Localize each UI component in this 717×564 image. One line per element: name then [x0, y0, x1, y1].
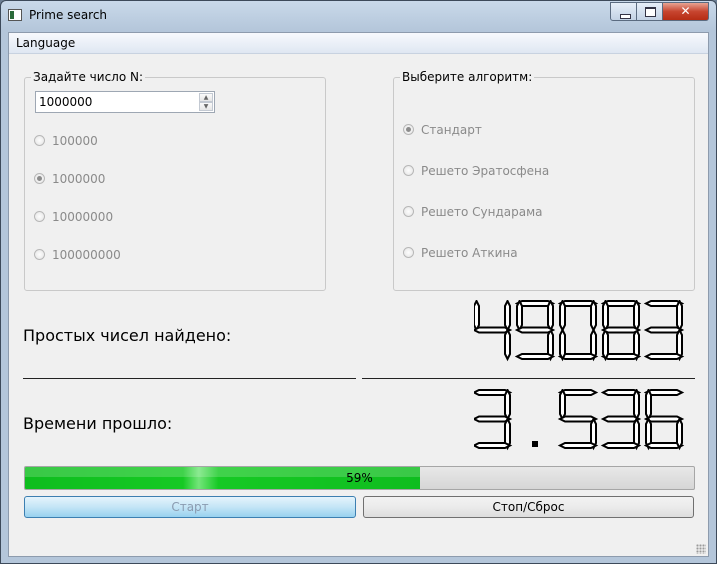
- lcd-segment: [474, 326, 513, 334]
- lcd-segment: [643, 326, 685, 334]
- radio-button-icon: [403, 206, 414, 217]
- client-area: Language Задайте число N: 1000000 ▲ ▼ 10…: [8, 32, 709, 557]
- radio-label: 100000000: [52, 248, 121, 262]
- spin-up-icon[interactable]: ▲: [199, 93, 213, 102]
- lcd-segment: [600, 442, 642, 449]
- lcd-digit: [557, 389, 599, 451]
- maximize-button[interactable]: [636, 2, 663, 21]
- number-group: Задайте число N: 1000000 ▲ ▼ 100000 1000…: [24, 70, 326, 291]
- lcd-segment: [643, 415, 685, 423]
- separator-right: [362, 378, 695, 379]
- primes-count-display: [474, 300, 689, 362]
- radio-label: Решето Аткина: [421, 246, 518, 260]
- lcd-decimal-point: [532, 441, 538, 447]
- lcd-segment: [559, 327, 566, 362]
- lcd-segment: [559, 300, 566, 333]
- radio-label: Решето Эратосфена: [421, 164, 550, 178]
- lcd-segment: [557, 442, 599, 449]
- window-title: Prime search: [29, 8, 108, 22]
- lcd-svg: [474, 300, 685, 362]
- lcd-segment: [643, 353, 685, 360]
- title-bar[interactable]: Prime search ✕: [1, 1, 716, 31]
- lcd-segment: [676, 300, 683, 333]
- close-button[interactable]: ✕: [662, 2, 709, 21]
- lcd-digit: [474, 300, 513, 362]
- lcd-segment: [504, 327, 511, 362]
- lcd-segment: [504, 300, 511, 333]
- lcd-segment: [514, 353, 556, 360]
- radio-button-icon: [34, 211, 45, 222]
- lcd-segment: [602, 327, 609, 362]
- lcd-segment: [600, 326, 642, 334]
- lcd-segment: [516, 300, 523, 333]
- lcd-svg: [474, 389, 685, 451]
- radio-label: Стандарт: [421, 123, 482, 137]
- lcd-segment: [474, 442, 513, 449]
- lcd-segment: [600, 415, 642, 423]
- radio-button-selected-icon: [34, 173, 45, 184]
- lcd-digit: [643, 389, 685, 451]
- maximize-icon: [645, 7, 656, 17]
- lcd-segment: [590, 300, 597, 333]
- lcd-digit: [514, 300, 556, 362]
- lcd-segment: [602, 300, 609, 333]
- radio-button-selected-icon: [403, 124, 414, 135]
- radio-button-icon: [34, 135, 45, 146]
- spin-down-icon[interactable]: ▼: [199, 102, 213, 111]
- lcd-segment: [559, 389, 566, 422]
- lcd-segment: [633, 300, 640, 333]
- algorithm-group: Выберите алгоритм: Стандарт Решето Эрато…: [393, 70, 695, 291]
- radio-button-icon: [34, 249, 45, 260]
- lcd-digit: [600, 300, 642, 362]
- time-elapsed-display: [474, 389, 689, 451]
- lcd-segment: [645, 389, 652, 422]
- algorithm-group-title: Выберите алгоритм:: [400, 70, 535, 84]
- lcd-segment: [633, 389, 640, 422]
- radio-label: 10000000: [52, 210, 114, 224]
- lcd-segment: [676, 416, 683, 451]
- n-spinbox-buttons: ▲ ▼: [199, 93, 213, 111]
- stop-reset-button[interactable]: Стоп/Сброс: [363, 496, 694, 518]
- minimize-icon: [620, 14, 631, 19]
- number-group-title: Задайте число N:: [31, 70, 146, 84]
- radio-label: 100000: [52, 134, 98, 148]
- app-icon: [8, 9, 22, 21]
- progress-bar: 59%: [24, 466, 695, 490]
- resize-grip-icon[interactable]: [696, 544, 706, 554]
- menu-language[interactable]: Language: [16, 36, 75, 50]
- lcd-segment: [547, 300, 554, 333]
- time-elapsed-label: Времени прошло:: [23, 414, 173, 433]
- n-spinbox[interactable]: 1000000 ▲ ▼: [35, 91, 215, 113]
- lcd-segment: [504, 389, 511, 422]
- n-spinbox-value: 1000000: [39, 95, 93, 109]
- separator-left: [23, 378, 356, 379]
- radio-label: Решето Сундарама: [421, 205, 543, 219]
- lcd-digit: [643, 300, 685, 362]
- lcd-digit: [474, 389, 513, 451]
- progress-text: 59%: [346, 471, 373, 485]
- lcd-digit: [557, 300, 599, 362]
- radio-label: 1000000: [52, 172, 106, 186]
- radio-button-icon: [403, 165, 414, 176]
- lcd-segment: [514, 326, 556, 334]
- minimize-button[interactable]: [610, 2, 637, 21]
- primes-found-label: Простых чисел найдено:: [23, 326, 232, 345]
- radio-button-icon: [403, 247, 414, 258]
- lcd-segment: [474, 300, 480, 333]
- lcd-segment: [557, 415, 599, 423]
- lcd-digit: [600, 389, 642, 451]
- app-window: Prime search ✕ Language Задайте число N:…: [0, 0, 717, 564]
- lcd-segment: [474, 415, 513, 423]
- lcd-digit: [532, 441, 538, 447]
- menu-bar: Language: [9, 33, 708, 54]
- start-button[interactable]: Старт: [24, 496, 356, 518]
- close-icon: ✕: [680, 4, 691, 18]
